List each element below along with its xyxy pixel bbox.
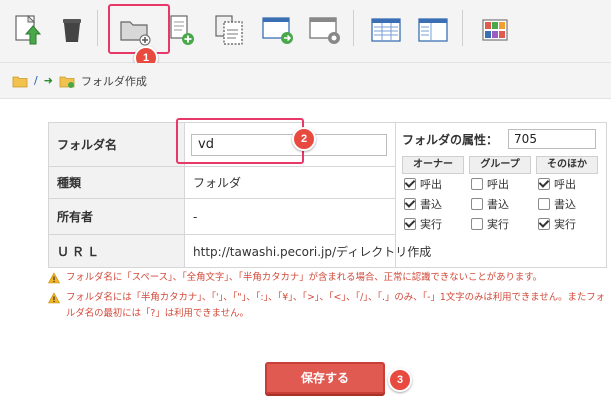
note-text-1: フォルダ名に「スペース」、「全角文字」、「半角カタカナ」が含まれる場合、正常に認… xyxy=(66,272,543,283)
checkbox[interactable] xyxy=(404,218,417,230)
permission-label: 呼出 xyxy=(420,178,443,191)
permission-label: 実行 xyxy=(487,218,510,231)
permission-group-1[interactable]: 書込 xyxy=(469,194,531,214)
permission-head-group: グループ xyxy=(469,156,532,174)
breadcrumb: / ➜ フォルダ作成 xyxy=(0,63,611,99)
permission-label: 実行 xyxy=(420,218,443,231)
url-label: ＵＲＬ xyxy=(47,234,186,268)
checkbox[interactable] xyxy=(538,178,551,190)
notes: フォルダ名に「スペース」、「全角文字」、「半角カタカナ」が含まれる場合、正常に認… xyxy=(48,270,608,326)
permission-label: 呼出 xyxy=(554,178,577,191)
breadcrumb-current: フォルダ作成 xyxy=(80,74,147,88)
warning-icon xyxy=(48,292,60,304)
copy-icon[interactable] xyxy=(210,10,250,50)
breadcrumb-root[interactable]: / xyxy=(34,74,38,87)
permission-icon[interactable] xyxy=(305,10,345,50)
url-value: http://tawashi.pecori.jp/ディレクトリ作成 xyxy=(184,234,607,268)
permission-head-owner: オーナー xyxy=(402,156,465,174)
permission-label: 呼出 xyxy=(487,178,510,191)
checkbox[interactable] xyxy=(471,198,484,210)
folder-name-label: フォルダ名 xyxy=(47,122,186,167)
attribute-label: フォルダの属性： xyxy=(402,132,499,147)
permission-other-1[interactable]: 書込 xyxy=(536,194,598,214)
step-marker-3: 3 xyxy=(388,368,412,392)
note-text-2: フォルダ名には「半角カタカナ」、「'」、「"」、「:」、「¥」、「>」、「<」、… xyxy=(66,292,605,319)
arrow-right-icon: ➜ xyxy=(43,74,53,87)
permission-group-2[interactable]: 実行 xyxy=(469,214,531,234)
trash-icon[interactable] xyxy=(52,10,92,50)
permission-owner-2[interactable]: 実行 xyxy=(402,214,464,234)
note-item: フォルダ名に「スペース」、「全角文字」、「半角カタカナ」が含まれる場合、正常に認… xyxy=(48,270,608,286)
owner-value: - xyxy=(184,198,397,235)
highlight-folder-name xyxy=(176,118,304,164)
highlight-new-folder xyxy=(108,4,170,54)
checkbox[interactable] xyxy=(471,218,484,230)
permission-grid: オーナー グループ そのほか呼出 呼出 呼出書込 書込 書込実行 実行 実行 xyxy=(402,156,600,234)
warning-icon xyxy=(48,272,60,284)
new-folder-icon xyxy=(59,76,75,88)
permission-group-0[interactable]: 呼出 xyxy=(469,174,531,194)
permission-head-other: そのほか xyxy=(536,156,599,174)
list-view-icon[interactable] xyxy=(366,10,406,50)
save-button[interactable]: 保存する xyxy=(265,362,385,394)
attribute-input[interactable] xyxy=(508,129,597,149)
step-marker-2: 2 xyxy=(292,127,316,151)
panel-view-icon[interactable] xyxy=(413,10,453,50)
permission-label: 実行 xyxy=(554,218,577,231)
apps-icon[interactable] xyxy=(475,10,515,50)
owner-label: 所有者 xyxy=(47,198,186,235)
checkbox[interactable] xyxy=(404,178,417,190)
toolbar-separator xyxy=(97,10,98,46)
note-item: フォルダ名には「半角カタカナ」、「'」、「"」、「:」、「¥」、「>」、「<」、… xyxy=(48,290,608,322)
move-icon[interactable] xyxy=(258,10,298,50)
checkbox[interactable] xyxy=(471,178,484,190)
toolbar-separator xyxy=(353,10,354,46)
folder-form-table: フォルダ名 フォルダの属性： オーナーグループそのほか呼出 呼出 呼出書込 書込 書込実… xyxy=(47,122,607,268)
permission-other-0[interactable]: 呼出 xyxy=(536,174,598,194)
upload-icon[interactable] xyxy=(8,10,48,50)
folder-icon xyxy=(12,76,28,87)
checkbox[interactable] xyxy=(404,198,417,210)
toolbar xyxy=(0,0,611,63)
checkbox[interactable] xyxy=(538,218,551,230)
permission-owner-1[interactable]: 書込 xyxy=(402,194,464,214)
toolbar-separator xyxy=(462,10,463,46)
permission-label: 書込 xyxy=(420,198,443,211)
checkbox[interactable] xyxy=(538,198,551,210)
permission-owner-0[interactable]: 呼出 xyxy=(402,174,464,194)
permission-label: 書込 xyxy=(487,198,510,211)
type-label: 種類 xyxy=(47,166,186,199)
permission-label: 書込 xyxy=(554,198,577,211)
permission-other-2[interactable]: 実行 xyxy=(536,214,598,234)
type-value: フォルダ xyxy=(184,166,397,199)
